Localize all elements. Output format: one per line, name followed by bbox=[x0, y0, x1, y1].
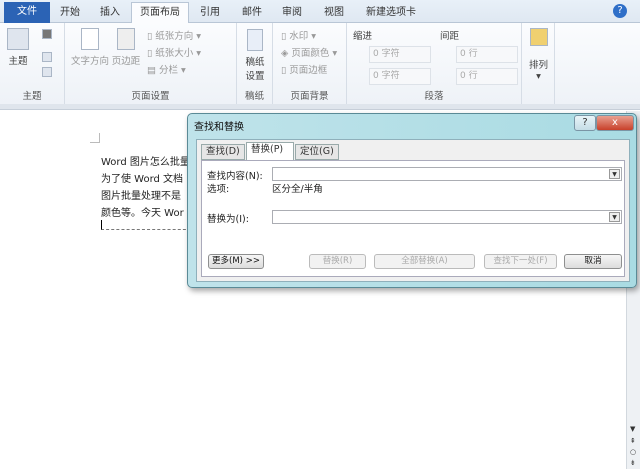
ribbon-tabs: 文件 开始 插入 页面布局 引用 邮件 审阅 视图 新建选项卡 ? bbox=[0, 0, 640, 23]
replace-panel: 查找内容(N): ▼ 选项: 区分全/半角 替换为(I): ▼ 更多(M) >>… bbox=[201, 160, 625, 277]
label: 排列 bbox=[528, 60, 548, 71]
ribbon: 主题 主题 文字方向 页边距 ▯ 纸张方向 ▾ ▯ 纸张大小 ▾ ▤ 分栏 ▾ … bbox=[0, 23, 640, 104]
help-icon[interactable]: ? bbox=[613, 4, 627, 18]
columns-button[interactable]: ▤ 分栏 ▾ bbox=[147, 62, 186, 76]
tab-page-layout[interactable]: 页面布局 bbox=[131, 2, 189, 23]
indent-right-input[interactable]: 0 字符 bbox=[369, 68, 431, 85]
fonts-icon[interactable] bbox=[42, 52, 52, 62]
label: 纸张方向 bbox=[155, 31, 194, 42]
group-label: 段落 bbox=[424, 91, 444, 102]
tab-mailings[interactable]: 邮件 bbox=[234, 3, 270, 23]
group-background: ▯ 水印 ▾ ◈ 页面颜色 ▾ ▯ 页面边框 页面背景 bbox=[273, 23, 347, 104]
tab-find[interactable]: 查找(D) bbox=[201, 144, 245, 160]
browse-object-icon[interactable]: ○ bbox=[630, 448, 636, 456]
group-label: 页面背景 bbox=[290, 91, 329, 102]
doc-line[interactable]: Word 图片怎么批量 bbox=[101, 153, 190, 168]
label: 页边距 bbox=[111, 56, 141, 67]
prev-page-icon[interactable]: ⇞ bbox=[630, 437, 636, 445]
tab-goto[interactable]: 定位(G) bbox=[295, 144, 339, 160]
group-arrange: 排列 ▾ bbox=[522, 23, 555, 104]
tab-references[interactable]: 引用 bbox=[192, 3, 228, 23]
tab-file[interactable]: 文件 bbox=[4, 2, 50, 23]
label: 设置 bbox=[245, 71, 265, 82]
group-label: 主题 bbox=[22, 91, 42, 102]
page-color-button[interactable]: ◈ 页面颜色 ▾ bbox=[281, 45, 337, 59]
size-button[interactable]: ▯ 纸张大小 ▾ bbox=[147, 45, 201, 59]
help-button[interactable]: ? bbox=[574, 115, 596, 131]
find-replace-dialog: 查找和替换 ? x 查找(D) 替换(P) 定位(G) 查找内容(N): ▼ 选… bbox=[187, 113, 637, 288]
label: 稿纸 bbox=[245, 57, 265, 68]
dialog-title: 查找和替换 bbox=[194, 122, 244, 133]
tab-new[interactable]: 新建选项卡 bbox=[360, 3, 422, 23]
arrange-button[interactable]: 排列 ▾ bbox=[526, 28, 551, 82]
paper-setup-button[interactable]: 稿纸 设置 bbox=[242, 29, 268, 82]
replace-input[interactable]: ▼ bbox=[272, 210, 622, 224]
text-direction-icon bbox=[81, 28, 99, 50]
indent-left-input[interactable]: 0 字符 bbox=[369, 46, 431, 63]
colors-icon[interactable] bbox=[42, 29, 52, 39]
tab-review[interactable]: 审阅 bbox=[274, 3, 310, 23]
tab-replace[interactable]: 替换(P) bbox=[246, 142, 294, 161]
paper-icon bbox=[247, 29, 263, 51]
label: 纸张大小 bbox=[155, 48, 194, 59]
dropdown-arrow-icon[interactable]: ▼ bbox=[609, 212, 620, 222]
replace-all-button[interactable]: 全部替换(A) bbox=[374, 254, 475, 269]
group-paper: 稿纸 设置 稿纸 bbox=[237, 23, 273, 104]
doc-line[interactable]: 颜色等。今天 Wor bbox=[101, 204, 184, 219]
find-label: 查找内容(N): bbox=[207, 171, 263, 182]
ruler-bar bbox=[0, 104, 640, 110]
next-page-icon[interactable]: ⇟ bbox=[630, 459, 636, 467]
theme-button[interactable]: 主题 bbox=[6, 28, 30, 67]
find-input[interactable]: ▼ bbox=[272, 167, 622, 181]
label: 页面颜色 bbox=[291, 48, 330, 59]
watermark-button[interactable]: ▯ 水印 ▾ bbox=[281, 28, 316, 42]
cancel-button[interactable]: 取消 bbox=[564, 254, 622, 269]
group-label: 稿纸 bbox=[244, 91, 264, 102]
theme-icon bbox=[7, 28, 29, 50]
dialog-body: 查找(D) 替换(P) 定位(G) 查找内容(N): ▼ 选项: 区分全/半角 … bbox=[196, 139, 630, 282]
orientation-button[interactable]: ▯ 纸张方向 ▾ bbox=[147, 28, 201, 42]
chevron-down-icon: ▾ bbox=[536, 71, 541, 82]
margin-mark bbox=[90, 133, 100, 143]
spacing-label: 间距 bbox=[440, 31, 460, 42]
replace-label: 替换为(I): bbox=[207, 214, 249, 225]
more-button[interactable]: 更多(M) >> bbox=[208, 254, 264, 269]
options-label: 选项: bbox=[207, 184, 230, 195]
group-paragraph: 缩进 间距 0 字符 0 字符 0 行 0 行 段落 bbox=[347, 23, 522, 104]
margins-button[interactable]: 页边距 bbox=[111, 28, 141, 67]
replace-button[interactable]: 替换(R) bbox=[309, 254, 366, 269]
spacing-before-input[interactable]: 0 行 bbox=[456, 46, 518, 63]
close-button[interactable]: x bbox=[596, 115, 634, 131]
tab-view[interactable]: 视图 bbox=[316, 3, 352, 23]
text-direction-button[interactable]: 文字方向 bbox=[70, 28, 110, 67]
theme-label: 主题 bbox=[8, 56, 28, 67]
label: 页面边框 bbox=[289, 65, 328, 76]
find-next-button[interactable]: 查找下一处(F) bbox=[484, 254, 557, 269]
arrange-icon bbox=[529, 28, 548, 46]
group-page-setup: 文字方向 页边距 ▯ 纸张方向 ▾ ▯ 纸张大小 ▾ ▤ 分栏 ▾ 页面设置 bbox=[65, 23, 237, 104]
page-borders-button[interactable]: ▯ 页面边框 bbox=[281, 62, 327, 76]
doc-line[interactable]: 图片批量处理不是 bbox=[101, 187, 181, 202]
spacing-after-input[interactable]: 0 行 bbox=[456, 68, 518, 85]
options-value: 区分全/半角 bbox=[272, 184, 323, 195]
group-theme: 主题 主题 bbox=[0, 23, 65, 104]
text-cursor bbox=[101, 220, 191, 230]
effects-icon[interactable] bbox=[42, 67, 52, 77]
margins-icon bbox=[117, 28, 135, 50]
tab-insert[interactable]: 插入 bbox=[92, 3, 128, 23]
doc-line[interactable]: 为了使 Word 文档 bbox=[101, 170, 183, 185]
label: 文字方向 bbox=[70, 56, 109, 67]
label: 分栏 bbox=[159, 65, 179, 76]
label: 水印 bbox=[289, 31, 309, 42]
dropdown-arrow-icon[interactable]: ▼ bbox=[609, 169, 620, 179]
scroll-down-icon[interactable]: ▼ bbox=[630, 425, 635, 433]
group-label: 页面设置 bbox=[131, 91, 170, 102]
tab-home[interactable]: 开始 bbox=[52, 3, 88, 23]
indent-label: 缩进 bbox=[353, 31, 373, 42]
